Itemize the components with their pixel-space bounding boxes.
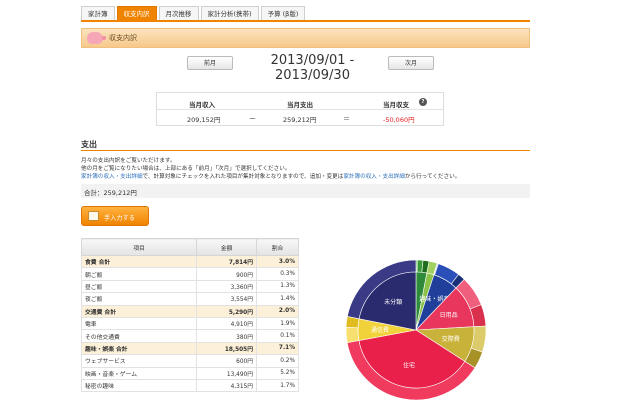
manual-entry-button[interactable]: 手入力する: [81, 206, 149, 226]
row-ratio: 1.9%: [256, 316, 299, 331]
description-line-1: 月々の支出内訳をご覧いただけます。: [81, 158, 176, 164]
pie-label-5: 住宅: [403, 361, 415, 369]
column-header-item: 項目: [81, 238, 197, 256]
description-line-2: 他の月をご覧になりたい場合は、上部にある「前月」「次月」で選択してください。: [81, 166, 291, 172]
row-ratio: 0.1%: [256, 329, 299, 343]
tab-underline: [81, 20, 530, 22]
row-ratio: 5.2%: [256, 366, 299, 380]
row-ratio: 2.0%: [256, 304, 299, 318]
row-ratio: 1.7%: [256, 378, 299, 393]
table-row: 朝ご飯 900円 0.3%: [81, 267, 299, 281]
pie-outer-slice-13: [345, 327, 360, 344]
detail-link-2[interactable]: 家計簿の収入・支出詳細: [343, 174, 405, 180]
row-amount: 3,554円: [196, 292, 257, 306]
description-line-3-end: から行ってください。: [404, 174, 461, 180]
table-group-row: 趣味・娯楽 合計 18,505円 7.1%: [81, 341, 299, 356]
table-row: ウェブサービス 600円 0.2%: [81, 354, 299, 368]
tab-analysis-mobile[interactable]: 家計分析(携帯): [200, 6, 259, 21]
row-ratio: 3.0%: [256, 254, 299, 269]
row-amount: 13,490円: [196, 366, 257, 380]
monthly-summary: 当月収入 当月支出 当月収支 ? 209,152円 ー 259,212円 ＝ -…: [156, 92, 444, 126]
expense-value: 259,212円: [283, 116, 317, 124]
section-title: 収支内訳: [109, 34, 137, 42]
row-amount: 3,360円: [196, 279, 257, 294]
table-row: 昼ご飯 3,360円 1.3%: [81, 279, 299, 294]
column-header-ratio: 割合: [256, 238, 299, 256]
row-item-name: 食費 合計: [81, 254, 197, 269]
help-icon[interactable]: ?: [419, 98, 427, 106]
row-item-name: ウェブサービス: [81, 354, 197, 368]
row-item-name: 交通費 合計: [81, 304, 197, 318]
row-amount: 900円: [196, 267, 257, 281]
row-amount: 5,290円: [196, 304, 257, 318]
row-ratio: 0.2%: [256, 354, 299, 368]
pie-label-4: 交際費: [442, 335, 460, 343]
row-ratio: 7.1%: [256, 341, 299, 356]
table-group-row: 交通費 合計 5,290円 2.0%: [81, 304, 299, 318]
expense-pie-chart: 趣味・娯楽日用品交際費住宅通信費未分類: [345, 259, 487, 400]
expense-header: 当月支出: [287, 101, 313, 109]
table-row: 秘密の趣味 4,315円 1.7%: [81, 378, 299, 393]
table-group-row: 食費 合計 7,814円 3.0%: [81, 254, 299, 269]
expense-total-bar: 合計：259,212円: [81, 184, 530, 198]
tab-breakdown[interactable]: 収支内訳: [116, 6, 157, 21]
row-ratio: 1.4%: [256, 292, 299, 306]
minus-sign: ー: [249, 115, 256, 123]
income-value: 209,152円: [187, 116, 221, 124]
table-row: 電車 4,910円 1.9%: [81, 316, 299, 331]
row-amount: 4,910円: [196, 316, 257, 331]
balance-header: 当月収支: [383, 101, 409, 109]
description-line-3: 家計簿の収入・支出詳細で、計算対象にチェックを入れた項目が集計対象となりますので…: [81, 172, 460, 180]
summary-divider: [157, 109, 443, 110]
row-amount: 7,814円: [196, 254, 257, 269]
row-amount: 380円: [196, 329, 257, 343]
detail-link-1[interactable]: 家計簿の収入・支出詳細: [81, 174, 143, 180]
column-header-amount: 金額: [196, 238, 257, 256]
balance-value: -50,060円: [383, 116, 415, 124]
row-item-name: 趣味・娯楽 合計: [81, 341, 197, 356]
row-item-name: 朝ご飯: [81, 267, 197, 281]
row-item-name: 昼ご飯: [81, 279, 197, 294]
row-ratio: 1.3%: [256, 279, 299, 294]
equal-sign: ＝: [343, 115, 350, 123]
pie-label-7: 未分類: [384, 298, 402, 306]
pie-label-3: 日用品: [440, 312, 458, 319]
row-ratio: 0.3%: [256, 267, 299, 281]
row-amount: 4,315円: [196, 378, 257, 393]
table-row: その他交通費 380円 0.1%: [81, 329, 299, 343]
expense-section-title: 支出: [81, 140, 97, 149]
section-header-bar: 収支内訳: [81, 28, 530, 48]
expense-detail-table: 項目 金額 割合 食費 合計 7,814円 3.0% 朝ご飯 900円 0.3% 昼ご飯 3,…: [81, 238, 299, 393]
row-item-name: 秘密の趣味: [81, 378, 197, 393]
expense-total: 合計：259,212円: [84, 189, 137, 197]
table-header-row: 項目 金額 割合: [81, 238, 299, 256]
row-item-name: 夜ご飯: [81, 292, 197, 306]
row-amount: 600円: [196, 354, 257, 368]
row-amount: 18,505円: [196, 341, 257, 356]
main-tabs: 家計簿 収支内訳 月次推移 家計分析(携帯) 予算 (β版): [81, 6, 307, 21]
income-header: 当月収入: [189, 101, 215, 109]
pie-label-6: 通信費: [371, 326, 389, 334]
period-range: 2013/09/01 - 2013/09/30: [270, 53, 355, 83]
manual-entry-label: 手入力する: [104, 215, 135, 222]
tab-budget[interactable]: 予算 (β版): [260, 6, 306, 21]
notebook-icon: [88, 211, 99, 221]
row-item-name: その他交通費: [81, 329, 197, 343]
tab-household-book[interactable]: 家計簿: [81, 6, 115, 21]
tab-monthly-trend[interactable]: 月次推移: [158, 6, 199, 21]
row-item-name: 電車: [81, 316, 197, 331]
prev-month-button[interactable]: 前月: [187, 56, 233, 70]
row-item-name: 映画・音楽・ゲーム: [81, 366, 197, 380]
expense-section-divider: [81, 150, 530, 151]
table-row: 映画・音楽・ゲーム 13,490円 5.2%: [81, 366, 299, 380]
piggy-bank-icon: [87, 32, 106, 44]
table-row: 夜ご飯 3,554円 1.4%: [81, 292, 299, 306]
description-line-3-mid: で、計算対象にチェックを入れた項目が集計対象となりますので、追加・変更は: [142, 174, 344, 180]
next-month-button[interactable]: 次月: [388, 56, 434, 70]
